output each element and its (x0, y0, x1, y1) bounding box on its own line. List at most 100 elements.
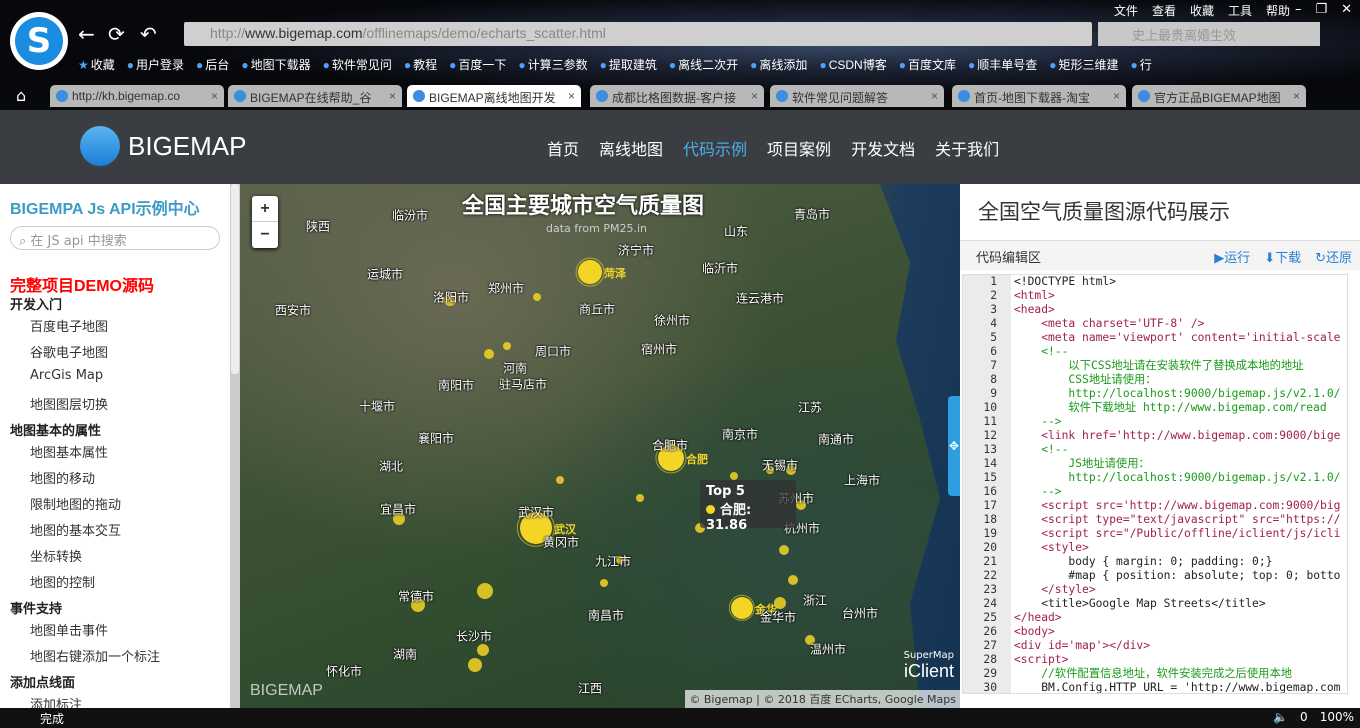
scatter-point[interactable] (779, 545, 789, 555)
restore-button[interactable]: ↻还原 (1315, 247, 1352, 266)
undo-icon[interactable]: ↶ (140, 22, 157, 46)
tab[interactable]: 官方正品BIGEMAP地图 × (1132, 85, 1306, 107)
tab[interactable]: 成都比格图数据-客户接 × (590, 85, 764, 107)
bookmark[interactable]: ● 百度一下 (449, 56, 506, 73)
code-line: 30 BM.Config.HTTP_URL = 'http://www.bige… (963, 681, 1347, 693)
nav-item[interactable]: 首页 (547, 136, 579, 160)
refresh-icon[interactable]: ⟳ (108, 22, 125, 46)
code-text: http://localhost:9000/bigemap.js/v2.1.0/ (1014, 387, 1341, 400)
tab-close-icon[interactable]: × (211, 89, 218, 103)
menu-item[interactable]: 收藏 (1190, 2, 1214, 19)
tab-close-icon[interactable]: × (1293, 89, 1300, 103)
site-logo[interactable]: BIGEMAP (80, 126, 246, 166)
sidebar-scrollbar[interactable] (230, 184, 240, 708)
download-button[interactable]: ⬇下载 (1264, 247, 1301, 266)
bookmark[interactable]: ● 行 (1131, 56, 1152, 73)
scatter-point[interactable] (477, 644, 489, 656)
sidebar-item[interactable]: 地图右键添加一个标注 (10, 646, 225, 672)
bookmark[interactable]: ● 离线添加 (750, 56, 807, 73)
bookmark[interactable]: ● 软件常见问 (323, 56, 392, 73)
home-icon[interactable]: ⌂ (16, 86, 26, 105)
sidebar-item[interactable]: 地图单击事件 (10, 620, 225, 646)
nav-item[interactable]: 代码示例 (683, 136, 747, 160)
run-button[interactable]: ▶运行 (1214, 247, 1250, 266)
menu-item[interactable]: 查看 (1152, 2, 1176, 19)
address-bar[interactable]: http://www.bigemap.com/offlinemaps/demo/… (184, 22, 1092, 46)
scatter-point[interactable] (730, 472, 738, 480)
bookmark[interactable]: ● 教程 (404, 56, 437, 73)
code-line: 26 <body> (963, 625, 1347, 639)
nav-item[interactable]: 项目案例 (767, 136, 831, 160)
sidebar-item[interactable]: 百度电子地图 (10, 316, 225, 342)
search-input[interactable]: 史上最贵离婚生效 (1098, 22, 1320, 46)
bookmark[interactable]: ● 离线二次开 (669, 56, 738, 73)
tab[interactable]: http://kh.bigemap.co × (50, 85, 224, 107)
scatter-point[interactable] (600, 579, 608, 587)
code-text: <script src="/Public/offline/iclient/js/… (1014, 527, 1341, 540)
bookmark-icon: ● (449, 58, 457, 72)
scatter-point[interactable] (503, 342, 511, 350)
sidebar-item[interactable]: 坐标转换 (10, 546, 225, 572)
bookmark[interactable]: ★ 收藏 (78, 56, 115, 73)
tab[interactable]: BIGEMAP离线地图开发 × (407, 85, 581, 107)
top5-point[interactable] (578, 260, 602, 284)
nav-item[interactable]: 关于我们 (935, 136, 999, 160)
scatter-point[interactable] (477, 583, 493, 599)
restore-icon[interactable]: ❐ (1315, 2, 1327, 17)
tab[interactable]: 首页-地图下载器-淘宝 × (952, 85, 1126, 107)
bookmark[interactable]: ● 顺丰单号查 (968, 56, 1037, 73)
bookmark[interactable]: ● 矩形三维建 (1049, 56, 1118, 73)
tab[interactable]: BIGEMAP在线帮助_谷 × (228, 85, 402, 107)
bookmark[interactable]: ● 计算三参数 (518, 56, 587, 73)
scatter-point[interactable] (484, 349, 494, 359)
sidebar-item[interactable]: 完整项目DEMO源码 (10, 272, 225, 295)
back-icon[interactable]: ← (78, 22, 95, 46)
bookmark[interactable]: ● 后台 (196, 56, 229, 73)
sidebar-item[interactable]: 地图的移动 (10, 468, 225, 494)
bookmark[interactable]: ● 用户登录 (127, 56, 184, 73)
sidebar-item[interactable]: ArcGis Map (10, 368, 225, 394)
nav-item[interactable]: 离线地图 (599, 136, 663, 160)
sidebar-item[interactable]: 地图图层切换 (10, 394, 225, 420)
bookmark[interactable]: ● 提取建筑 (600, 56, 657, 73)
zoom-in-button[interactable]: + (252, 196, 278, 222)
browser-logo[interactable]: S (10, 12, 68, 70)
bookmark[interactable]: ● CSDN博客 (819, 56, 886, 73)
close-icon[interactable]: ✕ (1341, 2, 1352, 17)
scatter-point[interactable] (636, 494, 644, 502)
sidebar-item[interactable]: 地图的基本交互 (10, 520, 225, 546)
tab-close-icon[interactable]: × (751, 89, 758, 103)
menu-item[interactable]: 文件 (1114, 2, 1138, 19)
tab-close-icon[interactable]: × (931, 89, 938, 103)
scatter-point[interactable] (788, 575, 798, 585)
bookmark-icon: ● (518, 58, 526, 72)
scatter-point[interactable] (468, 658, 482, 672)
sidebar-item[interactable]: 谷歌电子地图 (10, 342, 225, 368)
tab[interactable]: 软件常见问题解答 × (770, 85, 944, 107)
menu-item[interactable]: 工具 (1228, 2, 1252, 19)
resize-handle[interactable]: ✥ (948, 396, 960, 496)
sidebar-item[interactable]: 添加标注 (10, 694, 225, 708)
tab-close-icon[interactable]: × (568, 89, 575, 103)
zoom-out-button[interactable]: − (252, 222, 278, 248)
nav-item[interactable]: 开发文档 (851, 136, 915, 160)
bookmark-label: 收藏 (90, 58, 115, 72)
tab-close-icon[interactable]: × (389, 89, 396, 103)
sidebar-item[interactable]: 限制地图的拖动 (10, 494, 225, 520)
sidebar-search-input[interactable]: ⌕ 在 JS api 中搜索 (10, 226, 220, 250)
scatter-point[interactable] (556, 476, 564, 484)
top5-point[interactable] (731, 597, 753, 619)
sidebar-item[interactable]: 地图的控制 (10, 572, 225, 598)
sidebar-item[interactable]: 地图基本属性 (10, 442, 225, 468)
scatter-point[interactable] (533, 293, 541, 301)
tab-close-icon[interactable]: × (1113, 89, 1120, 103)
volume-icon[interactable]: 🔈 (1273, 710, 1288, 724)
code-editor[interactable]: 1 <!DOCTYPE html> 2 <html> 3 <head> 4 <meta ch… (962, 274, 1348, 694)
bookmark[interactable]: ● 百度文库 (899, 56, 956, 73)
minimize-icon[interactable]: – (1295, 2, 1302, 17)
line-number: 7 (963, 359, 1011, 373)
menu-item[interactable]: 帮助 (1266, 2, 1290, 19)
map[interactable]: 全国主要城市空气质量图 data from PM25.in + − 菏泽 合肥 武汉金… (240, 184, 960, 708)
zoom-level[interactable]: 100% (1320, 710, 1354, 724)
bookmark[interactable]: ● 地图下载器 (241, 56, 310, 73)
